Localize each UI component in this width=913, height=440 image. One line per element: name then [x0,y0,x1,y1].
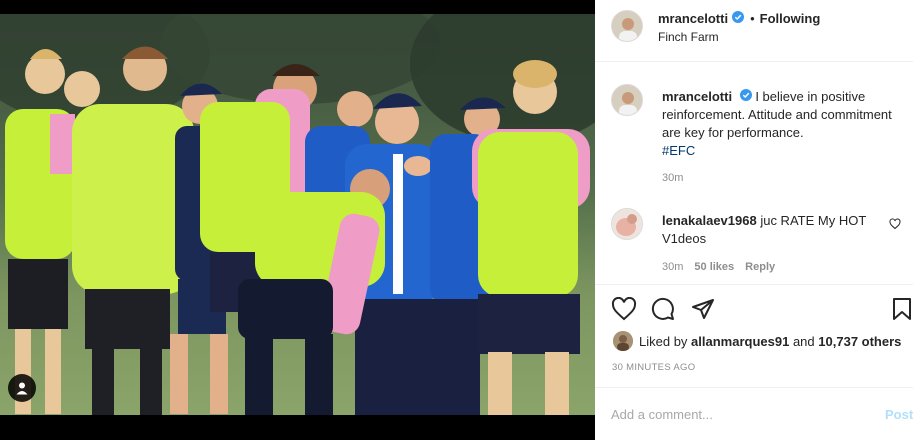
likes-summary: Liked by allanmarques91 and 10,737 other… [613,331,901,351]
save-button[interactable] [891,297,913,326]
post-location[interactable]: Finch Farm [658,30,719,44]
author-avatar[interactable] [611,10,643,42]
add-comment-bar: Post [595,387,913,440]
caption-text: mrancelotti I believe in positive reinfo… [662,88,902,160]
comment-input[interactable] [611,404,851,424]
comment-reply-button[interactable]: Reply [745,261,775,273]
bookmark-icon [893,298,911,320]
heart-icon [889,218,901,230]
post-timestamp[interactable]: 30 MINUTES AGO [612,362,695,373]
caption-username[interactable]: mrancelotti [662,89,732,104]
following-button[interactable]: Following [760,11,821,26]
user-tag-button[interactable] [8,374,36,402]
likes-and: and [792,333,815,349]
comment-button[interactable] [651,297,675,326]
post-comment-button[interactable]: Post [885,407,913,422]
comment-text: lenakalaev1968 juc RATE My HOT V1deos [662,212,877,248]
author-line: mrancelotti • Following [658,11,820,26]
post-header: mrancelotti • Following Finch Farm [595,0,913,62]
verified-badge-icon [732,11,745,26]
caption-avatar-image [612,85,642,115]
verified-badge-icon [739,88,752,106]
liked-by-prefix: Liked by [639,333,688,349]
post-photo[interactable] [0,14,595,415]
user-tag-icon [16,382,28,395]
caption-avatar[interactable] [611,84,643,116]
commenter-avatar[interactable] [611,208,643,240]
comment-bubble-icon [651,297,674,320]
like-button[interactable] [611,296,637,326]
separator-dot: • [750,11,755,26]
hashtag-link[interactable]: #EFC [662,143,695,158]
commenter-avatar-image [612,209,642,239]
liker-avatar[interactable] [613,331,633,351]
comment-time[interactable]: 30m [662,261,683,273]
liker-avatar-image [613,331,633,351]
liker-username[interactable]: allanmarques91 [691,334,789,349]
comment-meta: 30m 50 likes Reply [662,261,775,273]
comment-likes[interactable]: 50 likes [694,261,734,273]
training-photo-illustration [0,14,595,415]
caption-time[interactable]: 30m [662,172,683,184]
comment-like-button[interactable] [889,217,901,235]
share-button[interactable] [691,297,715,326]
author-username[interactable]: mrancelotti [658,11,728,26]
heart-icon [611,296,637,321]
action-bar [595,284,913,334]
author-avatar-image [612,11,642,41]
photo-pane [0,0,595,440]
paper-plane-icon [692,299,714,319]
post-side-panel: mrancelotti • Following Finch Farm mranc… [595,0,913,440]
likes-count[interactable]: 10,737 others [818,334,901,349]
commenter-username[interactable]: lenakalaev1968 [662,213,757,228]
